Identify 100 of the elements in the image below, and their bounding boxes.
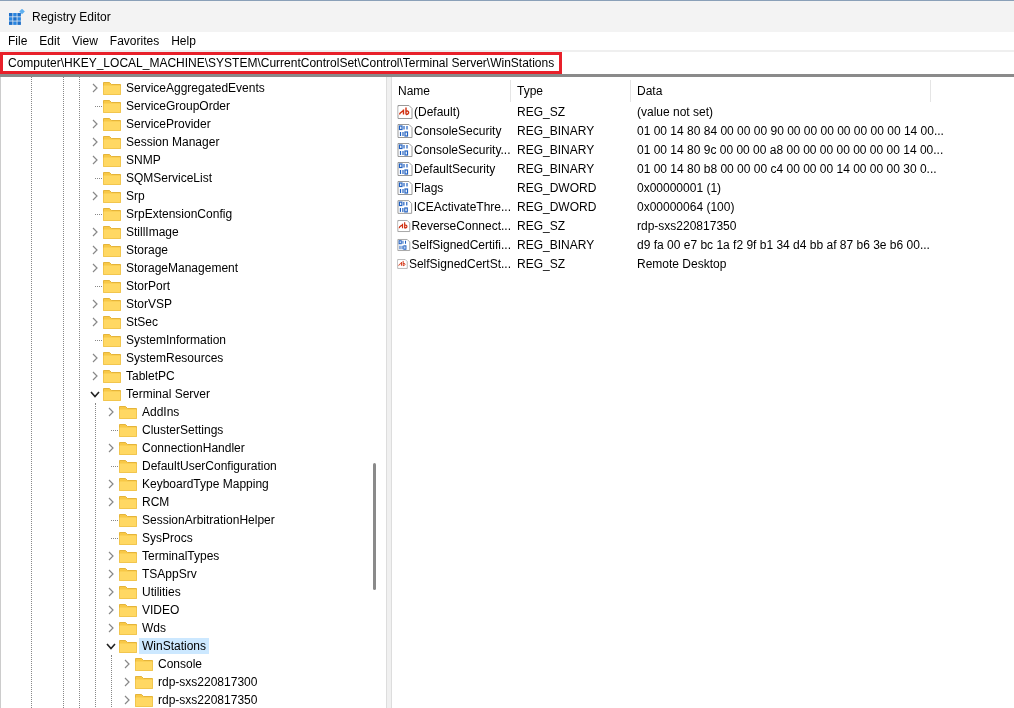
tree-item[interactable]: Utilities <box>139 584 184 600</box>
value-name[interactable]: ConsoleSecurity <box>414 123 502 138</box>
menu-item[interactable]: File <box>2 34 34 48</box>
value-name[interactable]: DefaultSecurity <box>414 161 496 176</box>
column-header[interactable]: Name <box>392 80 511 102</box>
chevron-down-icon[interactable] <box>103 641 119 651</box>
tree-item[interactable]: Wds <box>139 620 169 636</box>
tree-item[interactable]: rdp-sxs220817350 <box>155 692 261 708</box>
value-type: REG_SZ <box>516 104 566 119</box>
folder-icon <box>103 351 121 365</box>
tree-item[interactable]: TerminalTypes <box>139 548 223 564</box>
folder-icon <box>103 387 121 401</box>
window-title: Registry Editor <box>32 9 111 24</box>
tree-item[interactable]: SessionArbitrationHelper <box>139 512 278 528</box>
tree-item[interactable]: DefaultUserConfiguration <box>139 458 280 474</box>
tree-item[interactable]: SNMP <box>123 152 164 168</box>
tree-item[interactable]: RCM <box>139 494 173 510</box>
menu-item[interactable]: Favorites <box>103 34 166 48</box>
folder-icon <box>135 693 153 707</box>
folder-icon <box>103 81 121 95</box>
folder-icon <box>119 513 137 527</box>
folder-icon <box>103 261 121 275</box>
value-name[interactable]: SelfSignedCertifi... <box>411 237 511 252</box>
tree-item[interactable]: TabletPC <box>123 368 178 384</box>
value-data: 01 00 14 80 b8 00 00 00 c4 00 00 00 14 00 00 00 30 0... <box>636 161 937 176</box>
value-data: rdp-sxs220817350 <box>636 218 737 233</box>
address-field[interactable]: Computer\HKEY_LOCAL_MACHINE\SYSTEM\CurrentControlSet\Control\Terminal Server\WinStations <box>0 52 562 74</box>
tree-item[interactable]: rdp-sxs220817300 <box>155 674 261 690</box>
folder-icon <box>119 585 137 599</box>
folder-icon <box>119 459 137 473</box>
value-data: d9 fa 00 e7 bc 1a f2 9f b1 34 d4 bb af 87 b6 3e b6 00... <box>636 237 930 252</box>
tree-item[interactable]: Console <box>155 656 206 672</box>
tree-item[interactable]: Srp <box>123 188 148 204</box>
value-type: REG_BINARY <box>516 161 596 176</box>
value-type: REG_DWORD <box>516 199 598 214</box>
menu-item[interactable]: Edit <box>33 34 67 48</box>
folder-icon <box>103 189 121 203</box>
folder-icon <box>103 333 121 347</box>
folder-icon <box>119 621 137 635</box>
folder-icon <box>119 405 137 419</box>
menu-item[interactable]: View <box>66 34 104 48</box>
tree-item[interactable]: ServiceAggregatedEvents <box>123 80 268 96</box>
folder-icon <box>103 315 121 329</box>
value-name[interactable]: ReverseConnect... <box>411 218 511 233</box>
folder-icon <box>103 135 121 149</box>
folder-icon <box>135 657 153 671</box>
tree-item[interactable]: ClusterSettings <box>139 422 227 438</box>
value-name[interactable]: ConsoleSecurity... <box>414 142 511 157</box>
tree-item[interactable]: WinStations <box>139 638 210 654</box>
tree-item[interactable]: TSAppSrv <box>139 566 200 582</box>
tree-item[interactable]: Storage <box>123 242 172 258</box>
tree-item[interactable]: SrpExtensionConfig <box>123 206 236 222</box>
folder-icon <box>119 567 137 581</box>
value-data: 0x00000064 (100) <box>636 199 735 214</box>
tree-item[interactable]: Terminal Server <box>123 386 214 402</box>
folder-icon <box>119 477 137 491</box>
value-data: 0x00000001 (1) <box>636 180 722 195</box>
chevron-down-icon[interactable] <box>87 389 103 399</box>
value-type: REG_BINARY <box>516 142 596 157</box>
folder-icon <box>103 369 121 383</box>
column-header[interactable]: Data <box>631 80 931 102</box>
folder-icon <box>135 675 153 689</box>
tree-item[interactable]: AddIns <box>139 404 183 420</box>
folder-icon <box>103 153 121 167</box>
value-name[interactable]: (Default) <box>414 104 460 119</box>
tree-item[interactable]: VIDEO <box>139 602 183 618</box>
folder-icon <box>103 207 121 221</box>
scrollbar-thumb[interactable] <box>373 463 376 590</box>
tree-item[interactable]: ServiceProvider <box>123 116 214 132</box>
tree-item[interactable]: ServiceGroupOrder <box>123 98 234 114</box>
value-data: Remote Desktop <box>636 256 727 271</box>
tree-item[interactable]: SQMServiceList <box>123 170 216 186</box>
tree-item[interactable]: ConnectionHandler <box>139 440 248 456</box>
value-name[interactable]: SelfSignedCertSt... <box>408 256 511 271</box>
tree-item[interactable]: StillImage <box>123 224 182 240</box>
folder-icon <box>119 549 137 563</box>
folder-icon <box>119 423 137 437</box>
tree-item[interactable]: SystemInformation <box>123 332 230 348</box>
value-name[interactable]: ICEActivateThre... <box>413 199 511 214</box>
tree-item[interactable]: SysProcs <box>139 530 196 546</box>
menu-item[interactable]: Help <box>165 34 202 48</box>
value-name[interactable]: Flags <box>414 180 444 195</box>
folder-icon <box>103 297 121 311</box>
tree-item[interactable]: StSec <box>123 314 161 330</box>
tree-item[interactable]: KeyboardType Mapping <box>139 476 272 492</box>
column-header[interactable]: Type <box>511 80 631 102</box>
folder-icon <box>103 225 121 239</box>
folder-icon <box>103 99 121 113</box>
tree-item[interactable]: Session Manager <box>123 134 223 150</box>
value-type: REG_SZ <box>516 218 566 233</box>
folder-icon <box>103 243 121 257</box>
registry-cubes-icon <box>9 8 25 25</box>
folder-icon <box>119 603 137 617</box>
folder-icon <box>119 441 137 455</box>
tree-item[interactable]: StorPort <box>123 278 173 294</box>
folder-icon <box>103 171 121 185</box>
tree-item[interactable]: StorageManagement <box>123 260 242 276</box>
tree-item[interactable]: SystemResources <box>123 350 227 366</box>
value-type: REG_BINARY <box>516 123 596 138</box>
tree-item[interactable]: StorVSP <box>123 296 176 312</box>
